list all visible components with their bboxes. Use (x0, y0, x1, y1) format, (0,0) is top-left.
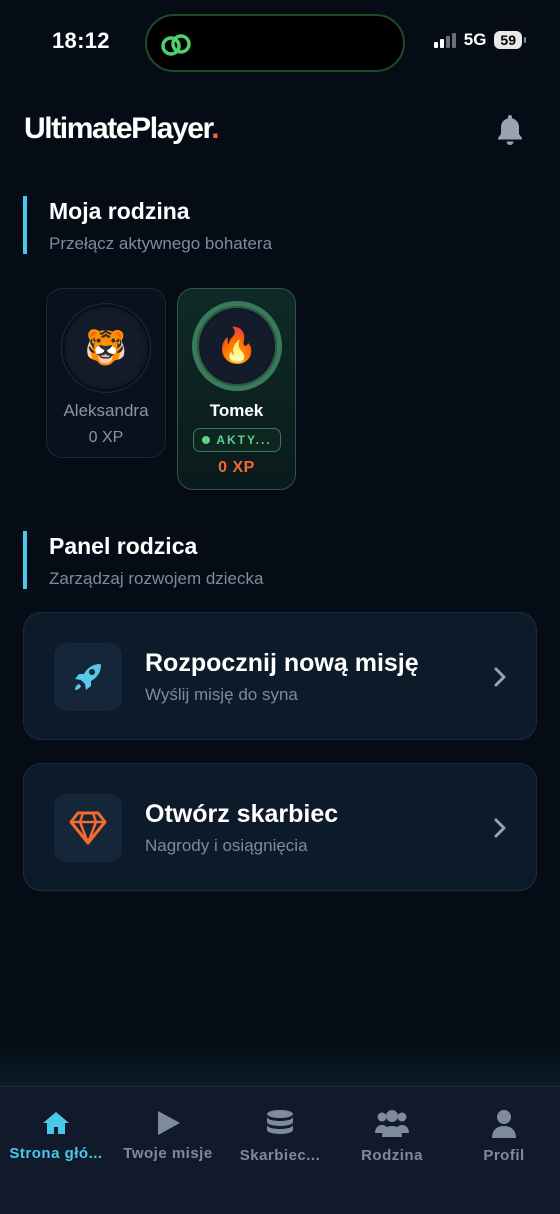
bell-icon[interactable] (493, 112, 527, 146)
network-label: 5G (463, 30, 487, 49)
nav-label: Profil (483, 1147, 525, 1164)
nav-label: Rodzina (361, 1147, 423, 1164)
status-time: 18:12 (52, 28, 110, 53)
parent-panel-section-header: Panel rodzica Zarządzaj rozwojem dziecka (23, 531, 263, 589)
start-mission-button[interactable]: Rozpocznij nową misję Wyślij misję do sy… (23, 612, 537, 740)
status-dot-icon (202, 436, 211, 444)
dynamic-island (145, 14, 405, 72)
member-name: Aleksandra (63, 401, 149, 420)
play-icon (158, 1111, 180, 1135)
diamond-icon (69, 811, 107, 845)
rocket-icon (75, 664, 101, 690)
database-icon (267, 1110, 293, 1134)
member-name: Tomek (209, 401, 264, 420)
chevron-right-icon (494, 818, 506, 838)
avatar: 🐯 (62, 304, 150, 392)
home-icon (43, 1112, 69, 1134)
family-subtitle: Przełącz aktywnego bohatera (49, 234, 273, 253)
nav-label: Twoje misje (123, 1145, 213, 1162)
fire-icon: 🔥 (201, 310, 273, 382)
signal-icon (433, 32, 456, 48)
nav-item-missions[interactable]: Twoje misje (112, 1109, 224, 1162)
user-icon (492, 1110, 516, 1138)
nav-item-profile[interactable]: Profil (448, 1109, 560, 1164)
family-title: Moja rodzina (49, 198, 190, 224)
parent-panel-title: Panel rodzica (49, 533, 198, 559)
nav-label: Strona głó... (9, 1145, 103, 1162)
nav-item-vault[interactable]: Skarbiec... (224, 1109, 336, 1164)
active-badge: AKTY... (193, 428, 281, 452)
status-indicators: 5G 59 (433, 30, 526, 50)
battery-indicator: 59 (494, 31, 526, 49)
nav-item-home[interactable]: Strona głó... (0, 1109, 112, 1162)
diamond-icon-box (54, 794, 122, 862)
rocket-icon-box (54, 643, 122, 711)
nav-item-family[interactable]: Rodzina (336, 1109, 448, 1164)
open-vault-button[interactable]: Otwórz skarbiec Nagrody i osiągnięcia (23, 763, 537, 891)
family-section-header: Moja rodzina Przełącz aktywnego bohatera (23, 196, 272, 254)
member-xp: 0 XP (218, 459, 255, 476)
chevron-right-icon (494, 667, 506, 687)
app-logo: UltimatePlayer. (24, 112, 220, 145)
users-icon (375, 1110, 409, 1137)
member-xp: 0 XP (88, 429, 124, 446)
nav-label: Skarbiec... (239, 1147, 321, 1164)
action-title: Rozpocznij nową misję (145, 649, 419, 677)
tiger-icon: 🐯 (70, 312, 142, 384)
bottom-navigation: Strona głó... Twoje misje Skarbiec... Ro… (0, 1086, 560, 1214)
link-icon (161, 34, 191, 56)
nav-glow (0, 1040, 560, 1088)
avatar: 🔥 (192, 301, 282, 391)
family-member-card-aleksandra[interactable]: 🐯 Aleksandra 0 XP (46, 288, 166, 458)
parent-panel-subtitle: Zarządzaj rozwojem dziecka (49, 569, 264, 588)
action-subtitle: Wyślij misję do syna (145, 685, 298, 704)
action-title: Otwórz skarbiec (145, 800, 339, 828)
family-member-card-tomek[interactable]: 🔥 Tomek AKTY... 0 XP (177, 288, 296, 490)
action-subtitle: Nagrody i osiągnięcia (145, 836, 308, 855)
